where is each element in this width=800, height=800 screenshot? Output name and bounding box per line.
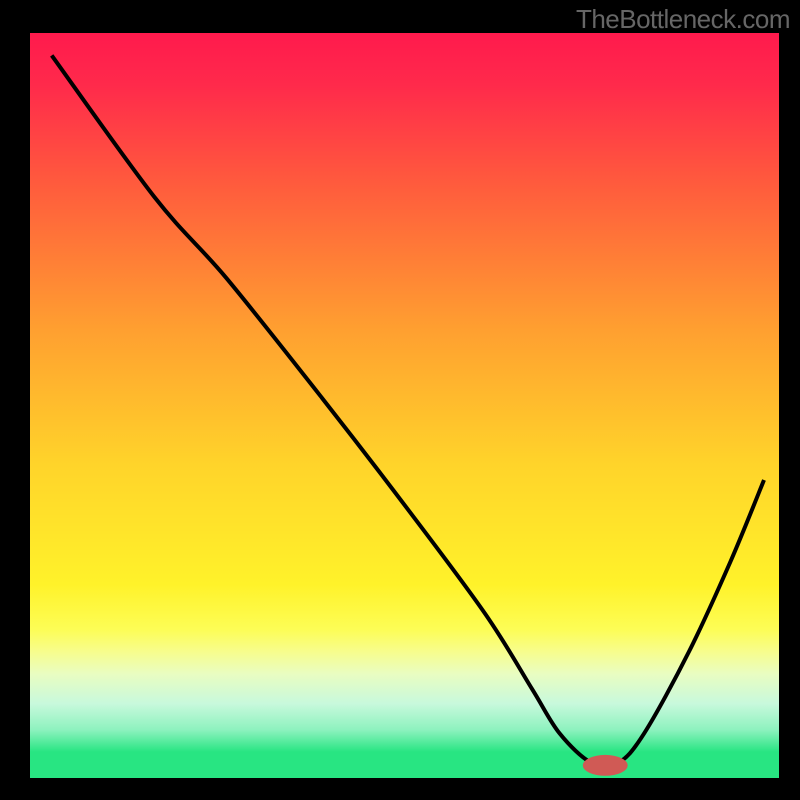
plot-background-gradient [30, 33, 779, 778]
watermark-text: TheBottleneck.com [576, 4, 790, 35]
optimal-marker [583, 755, 628, 776]
chart-stage: TheBottleneck.com [0, 0, 800, 800]
bottleneck-chart [0, 0, 800, 800]
